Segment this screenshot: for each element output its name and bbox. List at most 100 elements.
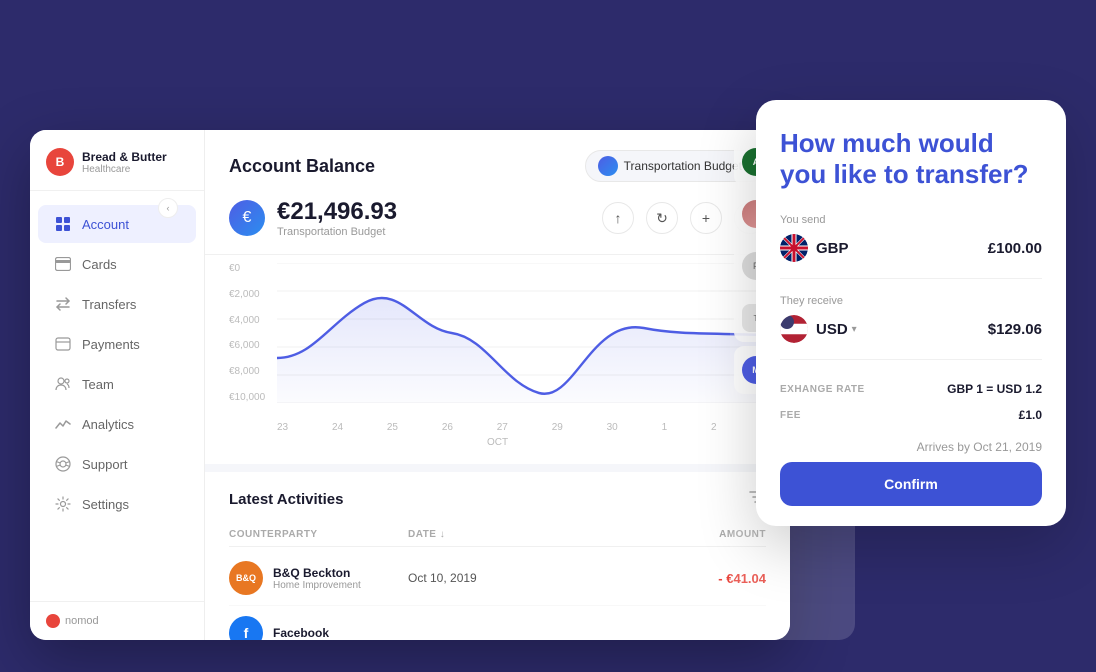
- chart-y-labels: €10,000 €8,000 €6,000 €4,000 €2,000 €0: [229, 263, 265, 403]
- transfer-title: How much would you like to transfer?: [780, 128, 1042, 190]
- brand-name: Bread & Butter: [82, 150, 167, 164]
- sidebar-item-support[interactable]: Support: [38, 445, 196, 483]
- they-receive-label: They receive: [780, 295, 1042, 307]
- settings-label: Settings: [82, 497, 129, 512]
- you-send-label: You send: [780, 214, 1042, 226]
- x-label-2: 2: [711, 422, 717, 433]
- send-button[interactable]: ↑: [602, 202, 634, 234]
- header-counterparty: COUNTERPARTY: [229, 529, 408, 540]
- fb-avatar: f: [229, 616, 263, 640]
- account-header: Account Balance Transportation Budget ▾: [229, 150, 766, 182]
- receive-chevron-icon: ▾: [852, 324, 857, 335]
- sidebar-item-team[interactable]: Team: [38, 365, 196, 403]
- counterparty-cell: B&Q B&Q Beckton Home Improvement: [229, 561, 408, 595]
- transfer-modal: How much would you like to transfer? You…: [756, 100, 1066, 526]
- exchange-rate-row: EXHANGE RATE GBP 1 = USD 1.2: [780, 376, 1042, 402]
- cards-icon: [54, 255, 72, 273]
- x-label-29: 29: [552, 422, 563, 433]
- receive-currency-left: USD ▾: [780, 315, 857, 343]
- sidebar-item-transfers[interactable]: Transfers: [38, 285, 196, 323]
- activities-section: Latest Activities COUNTERPARTY DATE ↓ AM…: [205, 472, 790, 640]
- y-label-3: €4,000: [229, 315, 265, 326]
- x-label-24: 24: [332, 422, 343, 433]
- fee-label: FEE: [780, 410, 801, 421]
- fee-row: FEE £1.0: [780, 402, 1042, 428]
- chart-area: €10,000 €8,000 €6,000 €4,000 €2,000 €0: [205, 255, 790, 464]
- budget-badge-label: Transportation Budget: [624, 159, 742, 173]
- fee-value: £1.0: [1019, 408, 1042, 422]
- app-window: B Bread & Butter Healthcare Account: [30, 130, 790, 640]
- balance-sublabel: Transportation Budget: [277, 226, 397, 238]
- counterparty-cell: f Facebook: [229, 616, 408, 640]
- fb-name: Facebook: [273, 626, 329, 640]
- exchange-rate-value: GBP 1 = USD 1.2: [947, 382, 1042, 396]
- us-flag-icon: [780, 315, 808, 343]
- sidebar-collapse-button[interactable]: ‹: [158, 198, 178, 218]
- x-label-25: 25: [387, 422, 398, 433]
- send-currency-code: GBP: [816, 240, 849, 257]
- settings-icon: [54, 495, 72, 513]
- cards-label: Cards: [82, 257, 117, 272]
- chart-x-unit: OCT: [229, 437, 766, 448]
- support-label: Support: [82, 457, 128, 472]
- sidebar-header: B Bread & Butter Healthcare: [30, 130, 204, 191]
- bq-info: B&Q Beckton Home Improvement: [273, 566, 361, 591]
- payments-icon: [54, 335, 72, 353]
- activities-header: Latest Activities: [229, 488, 766, 511]
- payments-label: Payments: [82, 337, 140, 352]
- main-content: Account Balance Transportation Budget ▾ …: [205, 130, 790, 640]
- sidebar-item-cards[interactable]: Cards: [38, 245, 196, 283]
- x-label-27: 27: [497, 422, 508, 433]
- analytics-label: Analytics: [82, 417, 134, 432]
- send-currency-left: GBP: [780, 234, 849, 262]
- y-label-4: €2,000: [229, 289, 265, 300]
- receive-currency-row: USD ▾ $129.06: [780, 315, 1042, 360]
- activities-title: Latest Activities: [229, 491, 344, 508]
- brand-logo: B: [46, 148, 74, 176]
- y-label-0: €10,000: [229, 392, 265, 403]
- account-icon: [54, 215, 72, 233]
- x-label-26: 26: [442, 422, 453, 433]
- sidebar-footer: nomod: [30, 601, 204, 640]
- table-row: B&Q B&Q Beckton Home Improvement Oct 10,…: [229, 551, 766, 606]
- y-label-5: €0: [229, 263, 265, 274]
- receive-currency-dropdown[interactable]: USD ▾: [816, 321, 857, 338]
- y-label-1: €8,000: [229, 366, 265, 377]
- receive-currency-code: USD: [816, 321, 848, 338]
- refresh-button[interactable]: ↻: [646, 202, 678, 234]
- send-amount: £100.00: [988, 240, 1042, 257]
- sidebar-item-analytics[interactable]: Analytics: [38, 405, 196, 443]
- table-headers: COUNTERPARTY DATE ↓ AMOUNT: [229, 523, 766, 547]
- table-row: f Facebook: [229, 606, 766, 640]
- confirm-button[interactable]: Confirm: [780, 462, 1042, 506]
- chart-x-labels: 23 24 25 26 27 29 30 1 2 3: [277, 422, 766, 433]
- exchange-rate-label: EXHANGE RATE: [780, 384, 865, 395]
- nomod-label: nomod: [65, 615, 99, 627]
- balance-left: € €21,496.93 Transportation Budget: [229, 198, 397, 238]
- support-icon: [54, 455, 72, 473]
- receive-amount: $129.06: [988, 321, 1042, 338]
- bq-date: Oct 10, 2019: [408, 571, 587, 585]
- uk-flag-icon: [780, 234, 808, 262]
- arrives-text: Arrives by Oct 21, 2019: [780, 440, 1042, 454]
- analytics-icon: [54, 415, 72, 433]
- add-button[interactable]: +: [690, 202, 722, 234]
- account-balance-title: Account Balance: [229, 156, 375, 177]
- send-currency-row: GBP £100.00: [780, 234, 1042, 279]
- chart-container: €10,000 €8,000 €6,000 €4,000 €2,000 €0: [229, 263, 766, 433]
- team-label: Team: [82, 377, 114, 392]
- euro-badge: €: [229, 200, 265, 236]
- budget-badge-icon: [598, 156, 618, 176]
- balance-row: € €21,496.93 Transportation Budget ↑ ↻ +…: [229, 198, 766, 238]
- sidebar-item-settings[interactable]: Settings: [38, 485, 196, 523]
- team-icon: [54, 375, 72, 393]
- balance-info: €21,496.93 Transportation Budget: [277, 198, 397, 238]
- account-section: Account Balance Transportation Budget ▾ …: [205, 130, 790, 255]
- account-label: Account: [82, 217, 129, 232]
- chart-svg: [277, 263, 766, 403]
- fb-info: Facebook: [273, 626, 329, 640]
- sidebar-item-payments[interactable]: Payments: [38, 325, 196, 363]
- x-label-1: 1: [662, 422, 668, 433]
- brand-sub: Healthcare: [82, 164, 167, 175]
- sidebar: B Bread & Butter Healthcare Account: [30, 130, 205, 640]
